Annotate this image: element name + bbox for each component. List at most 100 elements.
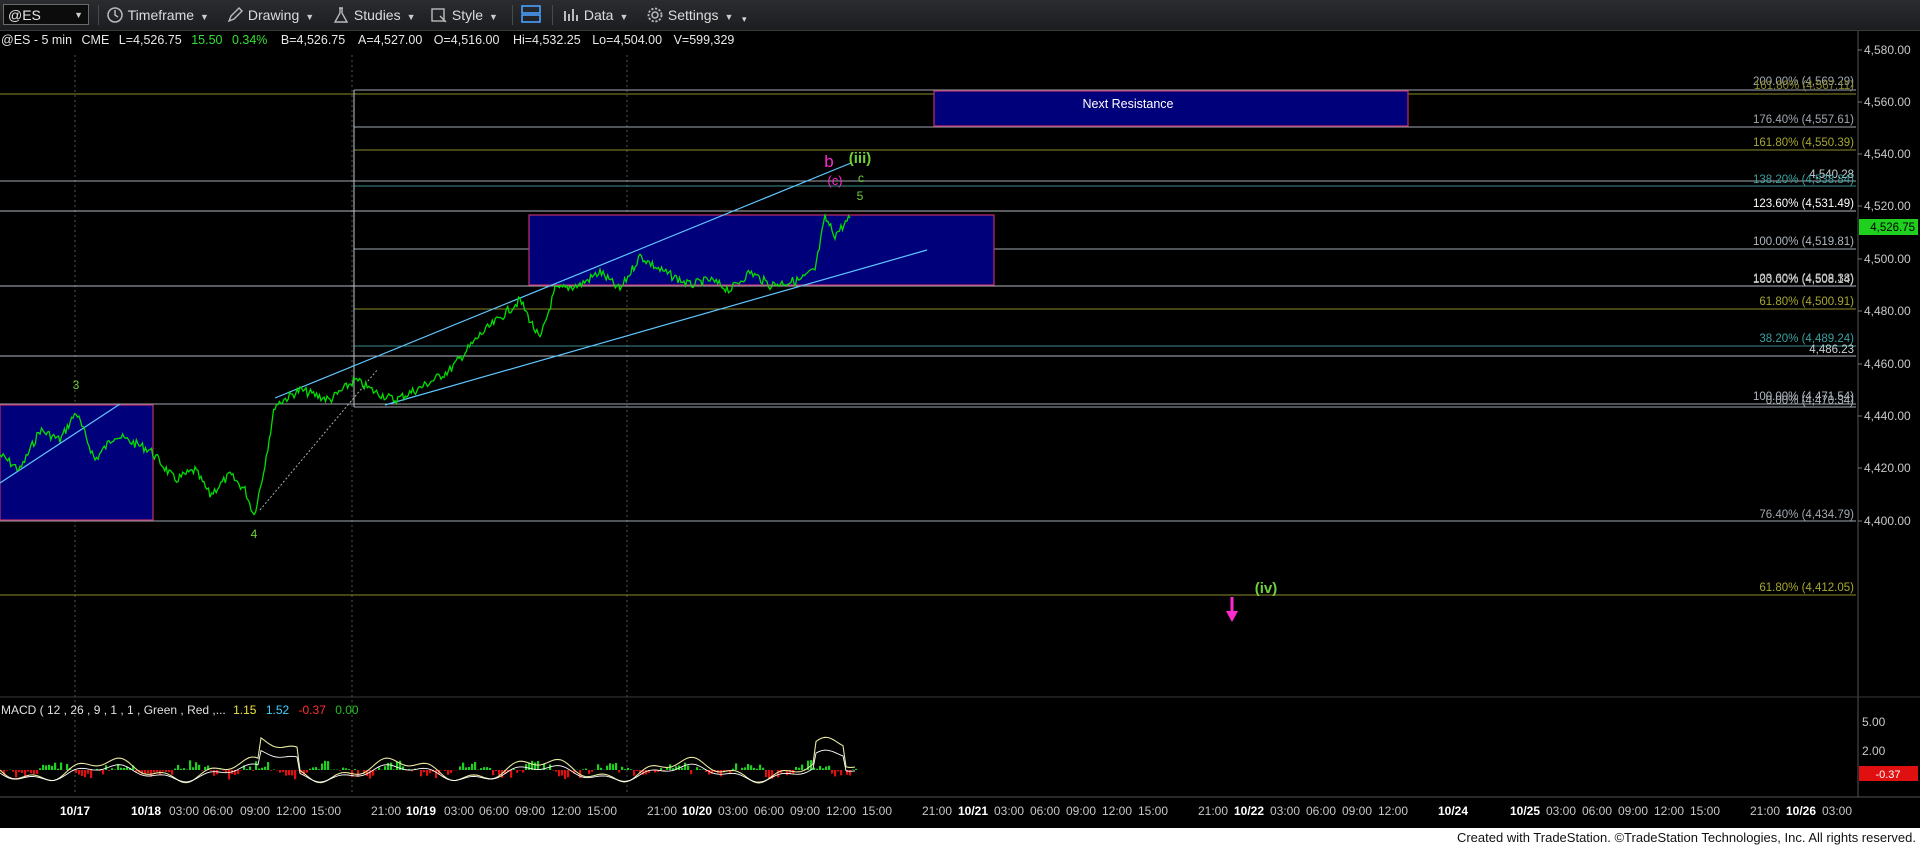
macd-bar — [765, 770, 768, 777]
data-button[interactable]: Data ▼ — [562, 4, 628, 26]
price-axis[interactable]: 4,580.00 4,560.00 4,540.00 4,520.00 4,500.00… — [1858, 43, 1911, 528]
time-axis[interactable]: 10/17 10/18 03:00 06:00 09:00 12:00 15:00 21:00… — [60, 804, 1852, 818]
macd-bar — [288, 770, 291, 776]
macd-bar — [660, 768, 663, 770]
wave-c-paren-label: (c) — [827, 173, 842, 188]
wave-c-label: c — [858, 171, 864, 185]
price-chart[interactable]: @ES - 5 min CME L=4,526.75 15.50 0.34% B… — [0, 31, 1920, 828]
style-button[interactable]: Style ▼ — [430, 4, 498, 26]
timeframe-button[interactable]: Timeframe ▼ — [106, 4, 209, 26]
macd-bar — [378, 767, 381, 770]
chevron-down-icon: ▼ — [619, 12, 629, 22]
time-axis-label: 15:00 — [1138, 804, 1168, 818]
macd-bar — [423, 770, 426, 773]
macd-bar — [444, 770, 447, 772]
toolbar-divider — [552, 5, 553, 25]
macd-bar — [429, 770, 432, 774]
fib-label: 123.60% (4,531.49) — [1753, 198, 1854, 210]
macd-bar — [291, 770, 294, 776]
price-axis-label: 4,500.00 — [1864, 252, 1911, 266]
symbol-input[interactable]: @ES ▼ — [3, 4, 89, 25]
toolbar-divider — [512, 5, 513, 25]
toolbar-overflow-icon[interactable]: ▾ — [742, 8, 747, 30]
drawing-button[interactable]: Drawing ▼ — [226, 4, 314, 26]
macd-bar — [18, 770, 21, 772]
macd-bar — [516, 770, 519, 773]
wave-connector-line — [259, 368, 379, 511]
fib-label: 0.00% (4,470.34) — [1766, 395, 1854, 407]
macd-bar — [396, 761, 399, 770]
macd-bar — [108, 770, 111, 771]
fib-label: 138.20% (4,538.84) — [1753, 174, 1854, 186]
macd-label: MACD ( 12 , 26 , 9 , 1 , 1 , Green , Red… — [1, 703, 226, 717]
macd-bar — [204, 766, 207, 770]
macd-bar — [309, 768, 312, 770]
studies-button[interactable]: Studies ▼ — [332, 4, 416, 26]
macd-bar — [564, 770, 567, 779]
macd-bar — [762, 767, 765, 770]
header-exchange: CME — [82, 33, 110, 47]
timeframe-label: Timeframe — [127, 7, 195, 23]
time-axis-label: 03:00 — [1270, 804, 1300, 818]
macd-bar — [795, 766, 798, 770]
macd-bar — [855, 768, 858, 770]
macd-bar — [582, 769, 585, 770]
chevron-down-icon: ▼ — [305, 12, 315, 22]
macd-bar — [756, 768, 759, 770]
macd-bar — [246, 769, 249, 770]
macd-bar — [420, 770, 423, 777]
price-axis-label: 4,440.00 — [1864, 409, 1911, 423]
macd-bar — [741, 767, 744, 770]
gear-icon — [647, 7, 663, 23]
macd-bar — [51, 765, 54, 770]
chevron-down-icon: ▼ — [200, 12, 209, 22]
macd-bar — [636, 770, 639, 772]
macd-bar — [42, 764, 45, 770]
macd-bar — [75, 770, 78, 773]
header-high: Hi=4,532.25 — [513, 33, 581, 47]
time-axis-label: 10/24 — [1438, 804, 1468, 818]
macd-bar — [321, 763, 324, 770]
current-price: 4,526.75 — [1870, 222, 1915, 234]
macd-bar — [342, 767, 345, 770]
macd-bar — [801, 764, 804, 770]
header-bid: B=4,526.75 — [281, 33, 345, 47]
macd-bar — [492, 770, 495, 776]
time-axis-label: 21:00 — [1750, 804, 1780, 818]
macd-bar — [120, 767, 123, 770]
time-axis-label: 15:00 — [862, 804, 892, 818]
symbol-value: @ES — [8, 7, 41, 23]
macd-bar — [123, 767, 126, 770]
time-axis-label: 03:00 — [169, 804, 199, 818]
macd-bar — [267, 762, 270, 770]
macd-bar — [45, 765, 48, 770]
macd-bar — [747, 763, 750, 770]
macd-bar — [630, 769, 633, 770]
header-symbol: @ES - 5 min — [1, 33, 72, 47]
time-axis-label: 09:00 — [240, 804, 270, 818]
time-axis-label: 10/20 — [682, 804, 712, 818]
macd-bar — [183, 768, 186, 770]
macd-bar — [471, 763, 474, 770]
macd-bar — [198, 764, 201, 770]
chevron-down-icon[interactable]: ▼ — [74, 5, 83, 26]
macd-bar — [585, 768, 588, 770]
chart-toolbar: @ES ▼ Timeframe ▼ Drawing ▼ Studies ▼ Style… — [0, 0, 1920, 31]
wave-iv-label: (iv) — [1255, 580, 1278, 597]
macd-bar — [339, 770, 342, 771]
time-axis-label: 10/26 — [1786, 804, 1816, 818]
layout-button[interactable] — [520, 4, 542, 26]
macd-bar — [744, 767, 747, 770]
macd-bar — [597, 764, 600, 770]
time-axis-label: 12:00 — [1102, 804, 1132, 818]
price-axis-label: 4,580.00 — [1864, 43, 1911, 57]
time-axis-label: 21:00 — [371, 804, 401, 818]
macd-bar — [81, 770, 84, 776]
macd-bar — [768, 770, 771, 779]
price-axis-label: 4,560.00 — [1864, 95, 1911, 109]
macd-bar — [228, 770, 231, 780]
wave-3-label: 3 — [73, 378, 80, 392]
macd-axis-label: 2.00 — [1862, 744, 1886, 758]
macd-bar — [480, 768, 483, 770]
settings-button[interactable]: Settings ▼ — [646, 4, 733, 26]
